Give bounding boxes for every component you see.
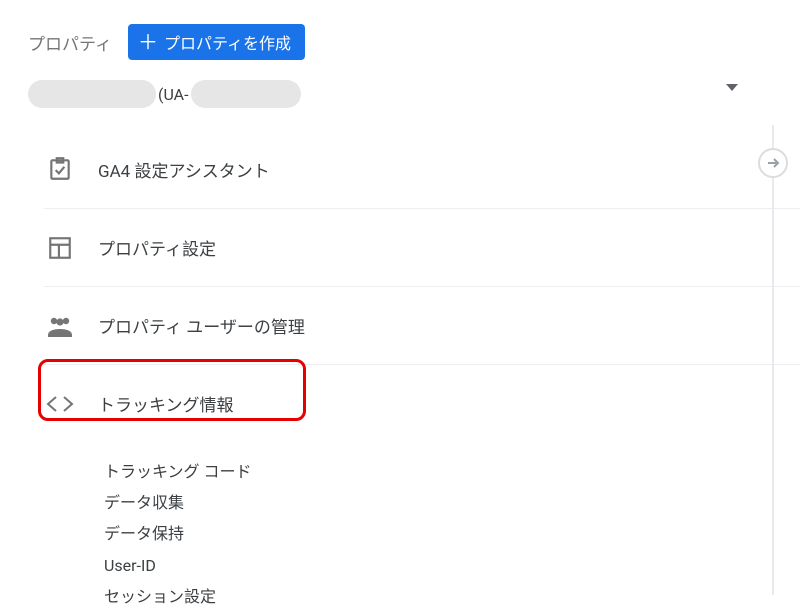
property-column-header: プロパティ ＋ プロパティを作成 <box>0 0 800 70</box>
collapse-panel-button[interactable] <box>758 148 788 178</box>
submenu-item-session-settings[interactable]: セッション設定 <box>104 581 800 612</box>
submenu-item-user-id[interactable]: User-ID <box>104 550 800 581</box>
column-divider <box>772 125 774 595</box>
users-icon <box>44 315 76 337</box>
property-menu: GA4 設定アシスタント プロパティ設定 プロパティ ユーザーの管理 トラッキン… <box>0 130 800 442</box>
menu-item-label: プロパティ設定 <box>98 235 216 260</box>
arrow-right-icon <box>765 155 781 171</box>
menu-item-label: トラッキング情報 <box>98 391 234 416</box>
property-section-label: プロパティ <box>28 30 112 55</box>
menu-item-label: GA4 設定アシスタント <box>98 157 270 182</box>
submenu-item-tracking-code[interactable]: トラッキング コード <box>104 456 800 487</box>
menu-item-property-settings[interactable]: プロパティ設定 <box>44 208 800 286</box>
submenu-item-data-collection[interactable]: データ収集 <box>104 487 800 518</box>
menu-item-ga4-assistant[interactable]: GA4 設定アシスタント <box>44 130 800 208</box>
menu-item-label: プロパティ ユーザーの管理 <box>98 313 305 338</box>
tracking-info-submenu: トラッキング コード データ収集 データ保持 User-ID セッション設定 <box>0 442 800 612</box>
menu-item-user-management[interactable]: プロパティ ユーザーの管理 <box>44 286 800 364</box>
create-property-button[interactable]: ＋ プロパティを作成 <box>128 24 305 60</box>
chevron-down-icon <box>726 84 738 91</box>
plus-icon: ＋ <box>138 32 158 52</box>
create-property-label: プロパティを作成 <box>164 30 291 54</box>
clipboard-check-icon <box>44 156 76 182</box>
ua-id-fragment: (UA- <box>158 85 189 104</box>
redacted-property-id <box>191 80 301 108</box>
code-icon <box>44 393 76 415</box>
property-selector[interactable]: (UA- <box>0 70 800 130</box>
menu-item-tracking-info[interactable]: トラッキング情報 <box>44 364 800 442</box>
redacted-property-name <box>28 80 156 108</box>
submenu-item-data-retention[interactable]: データ保持 <box>104 518 800 549</box>
layout-icon <box>44 235 76 261</box>
